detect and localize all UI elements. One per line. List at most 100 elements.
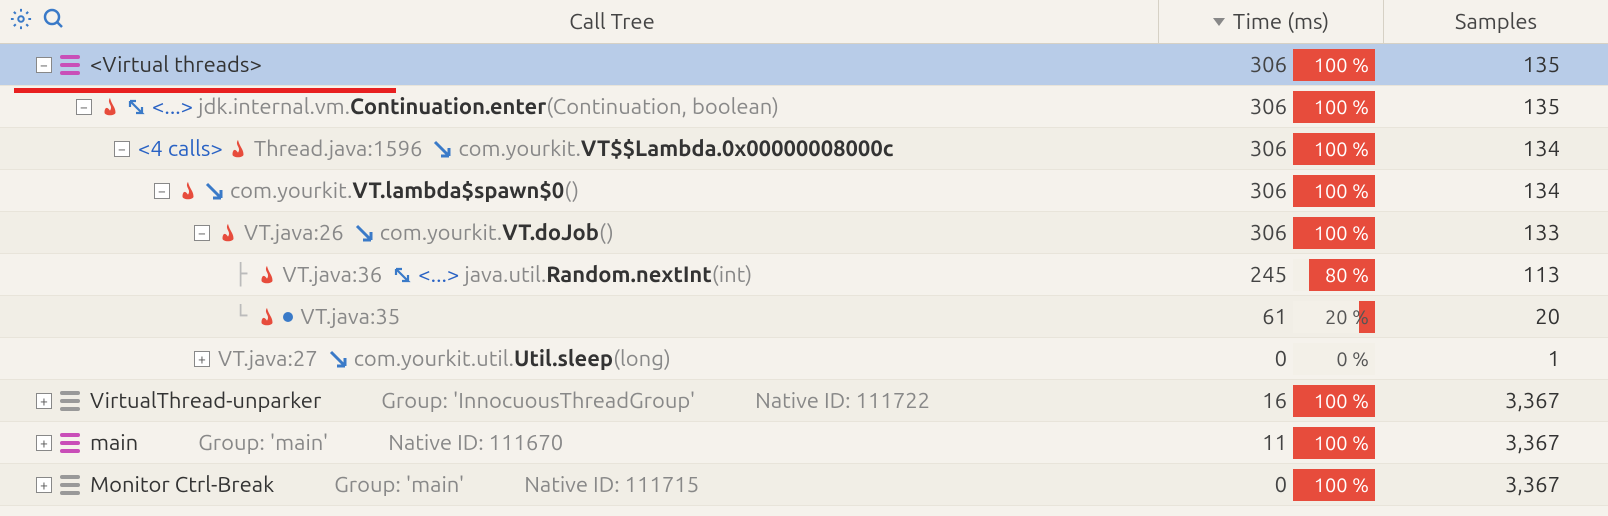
percent-badge: 80 %: [1293, 259, 1375, 291]
percent-text: 100 %: [1314, 431, 1369, 454]
package-text: java.util.: [464, 262, 546, 287]
expand-icon[interactable]: +: [194, 351, 210, 367]
tree-row[interactable]: − <4 calls> Thread.java:1596 com.yourkit…: [0, 128, 1608, 170]
percent-text: 100 %: [1314, 179, 1369, 202]
package-text: com.yourkit.util.: [354, 346, 514, 371]
call-arrow-icon: [432, 139, 452, 159]
search-icon[interactable]: [42, 7, 66, 36]
method-name: VT$$Lambda.0x00000008000c: [581, 136, 894, 161]
collapse-icon[interactable]: −: [194, 225, 210, 241]
tree-row[interactable]: − VT.java:26 com.yourkit. VT.doJob () 30…: [0, 212, 1608, 254]
flame-icon: [218, 222, 238, 244]
column-header-time[interactable]: Time (ms): [1158, 0, 1383, 43]
samples-value: 3,367: [1505, 472, 1560, 497]
flame-icon: [257, 306, 277, 328]
time-value: 306: [1237, 94, 1287, 119]
method-name: Continuation.enter: [350, 94, 546, 119]
time-value: 11: [1237, 430, 1287, 455]
package-text: com.yourkit.: [458, 136, 580, 161]
tree-row[interactable]: + Monitor Ctrl-Break Group: 'main' Nativ…: [0, 464, 1608, 506]
method-args: (int): [712, 262, 752, 287]
method-name: Util.sleep: [514, 346, 613, 371]
native-id: Native ID: 111715: [524, 472, 699, 497]
percent-text: 100 %: [1314, 53, 1369, 76]
time-value: 306: [1237, 178, 1287, 203]
sort-desc-icon: [1213, 18, 1225, 26]
tree-row[interactable]: + VirtualThread-unparker Group: 'Innocuo…: [0, 380, 1608, 422]
ellipsis-link[interactable]: <...>: [152, 94, 193, 119]
method-args: (long): [613, 346, 671, 371]
samples-value: 135: [1523, 52, 1560, 77]
thread-icon: [60, 53, 80, 77]
native-id: Native ID: 111670: [388, 430, 563, 455]
thread-group: Group: 'InnocuousThreadGroup': [381, 388, 695, 413]
gear-icon[interactable]: [10, 8, 32, 35]
percent-text: 80 %: [1325, 263, 1369, 286]
time-value: 306: [1237, 220, 1287, 245]
collapse-icon[interactable]: −: [36, 57, 52, 73]
method-name: Random.nextInt: [546, 262, 712, 287]
source-location: VT.java:36: [283, 262, 383, 287]
package-text: jdk.internal.vm.: [198, 94, 350, 119]
thread-group: Group: 'main': [198, 430, 328, 455]
table-header: Call Tree Time (ms) Samples: [0, 0, 1608, 44]
percent-badge: 100 %: [1293, 427, 1375, 459]
expand-icon[interactable]: +: [36, 477, 52, 493]
method-args: (): [599, 220, 614, 245]
column-header-samples[interactable]: Samples: [1383, 0, 1608, 43]
samples-value: 3,367: [1505, 388, 1560, 413]
percent-badge: 20 %: [1293, 301, 1375, 333]
samples-value: 3,367: [1505, 430, 1560, 455]
call-arrow-icon: [204, 181, 224, 201]
tree-row[interactable]: └ VT.java:35 61 20 % 20: [0, 296, 1608, 338]
thread-name: Monitor Ctrl-Break: [90, 472, 274, 497]
time-value: 306: [1237, 52, 1287, 77]
percent-badge: 0 %: [1293, 343, 1375, 375]
method-name: VT.doJob: [502, 220, 599, 245]
call-arrow-icon: [354, 223, 374, 243]
percent-text: 100 %: [1314, 137, 1369, 160]
thread-name: VirtualThread-unparker: [90, 388, 321, 413]
samples-value: 20: [1535, 304, 1560, 329]
expand-icon[interactable]: +: [36, 393, 52, 409]
thread-group: Group: 'main': [334, 472, 464, 497]
thread-name: <Virtual threads>: [90, 52, 262, 77]
tree-branch-icon: └: [234, 304, 257, 329]
samples-value: 134: [1523, 136, 1560, 161]
tree-row[interactable]: ├ VT.java:36 <...> java.util. Random.nex…: [0, 254, 1608, 296]
self-time-icon: [283, 312, 293, 322]
annotation-underline: [14, 88, 396, 93]
samples-value: 133: [1523, 220, 1560, 245]
percent-text: 100 %: [1314, 221, 1369, 244]
time-value: 245: [1237, 262, 1287, 287]
ellipsis-link[interactable]: <...>: [418, 262, 459, 287]
tree-row[interactable]: + VT.java:27 com.yourkit.util. Util.slee…: [0, 338, 1608, 380]
samples-value: 134: [1523, 178, 1560, 203]
percent-text: 100 %: [1314, 95, 1369, 118]
flame-icon: [100, 96, 120, 118]
samples-value: 1: [1548, 346, 1560, 371]
time-value: 0: [1237, 472, 1287, 497]
percent-badge: 100 %: [1293, 133, 1375, 165]
collapse-icon[interactable]: −: [114, 141, 130, 157]
percent-badge: 100 %: [1293, 469, 1375, 501]
tree-row[interactable]: − com.yourkit. VT.lambda$spawn$0 () 306 …: [0, 170, 1608, 212]
recursive-call-icon: [392, 265, 412, 285]
tree-row[interactable]: + main Group: 'main' Native ID: 111670 1…: [0, 422, 1608, 464]
column-header-calltree[interactable]: Call Tree: [66, 0, 1158, 43]
time-value: 0: [1237, 346, 1287, 371]
recursive-call-icon: [126, 97, 146, 117]
tree-row-virtual-threads[interactable]: − <Virtual threads> 306 100 % 135: [0, 44, 1608, 86]
time-value: 61: [1237, 304, 1287, 329]
percent-badge: 100 %: [1293, 91, 1375, 123]
expand-icon[interactable]: +: [36, 435, 52, 451]
package-text: com.yourkit.: [230, 178, 352, 203]
thread-name: main: [90, 430, 138, 455]
flame-icon: [228, 138, 248, 160]
calls-link[interactable]: <4 calls>: [138, 136, 223, 161]
collapse-icon[interactable]: −: [154, 183, 170, 199]
percent-text: 100 %: [1314, 389, 1369, 412]
method-args: (Continuation, boolean): [546, 94, 779, 119]
method-args: (): [564, 178, 579, 203]
collapse-icon[interactable]: −: [76, 99, 92, 115]
